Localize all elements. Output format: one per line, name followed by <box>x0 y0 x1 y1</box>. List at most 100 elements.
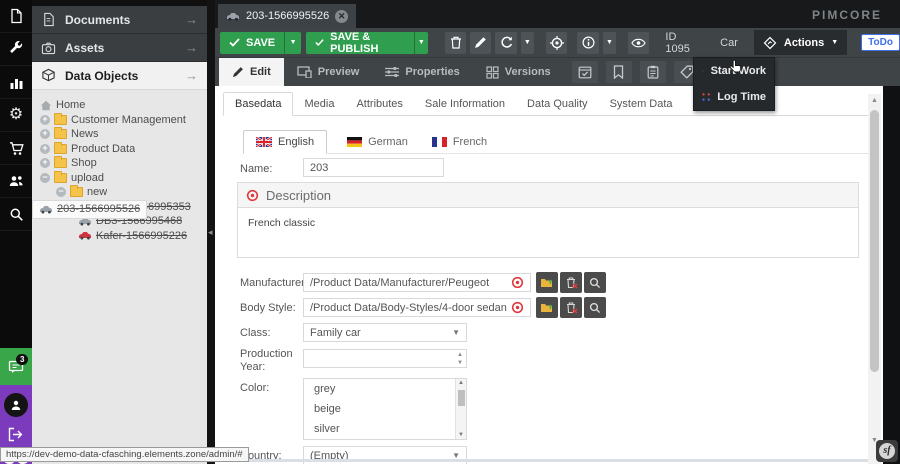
bodystyle-search-button[interactable] <box>584 297 606 318</box>
close-tab-icon[interactable]: ✕ <box>335 10 348 23</box>
gear-icon: ⚙ <box>9 107 23 123</box>
tree-folder[interactable]: + Shop <box>32 156 207 171</box>
accordion-data-objects[interactable]: Data Objects → <box>32 62 207 90</box>
content-scrollbar[interactable]: ▲ ▼ <box>868 94 881 464</box>
reload-button[interactable] <box>495 32 516 54</box>
save-publish-button[interactable]: SAVE & PUBLISH ▼ <box>306 32 428 54</box>
edit-panel: Basedata Media Attributes Sale Informati… <box>215 86 900 464</box>
tree-folder-new[interactable]: − new <box>32 185 207 200</box>
manufacturer-open-button[interactable] <box>536 272 558 293</box>
locate-in-tree-button[interactable] <box>546 32 567 54</box>
info-button[interactable] <box>577 32 598 54</box>
tab-lang-english[interactable]: English <box>243 130 327 154</box>
tab-preview[interactable]: Preview <box>284 58 373 86</box>
tab-versions[interactable]: Versions <box>473 58 564 86</box>
production-year-spinner[interactable]: ▲▼ <box>303 349 467 368</box>
bodystyle-field[interactable]: /Product Data/Body-Styles/4-door sedan <box>303 298 531 317</box>
reload-dropdown-caret[interactable]: ▼ <box>521 32 535 54</box>
accordion-assets[interactable]: Assets → <box>32 34 207 62</box>
panel-splitter[interactable]: ◂ <box>207 0 215 464</box>
rail-settings-button[interactable]: ⚙ <box>0 99 32 132</box>
collapse-icon[interactable]: − <box>40 173 50 183</box>
open-preview-button[interactable] <box>628 32 649 54</box>
name-input[interactable] <box>303 158 444 177</box>
bodystyle-open-button[interactable] <box>536 297 558 318</box>
open-object-tab[interactable]: 203-1566995526 ✕ <box>218 4 356 28</box>
accordion-documents[interactable]: Documents → <box>32 6 207 34</box>
bodystyle-clear-button[interactable] <box>560 297 582 318</box>
scroll-down-icon[interactable]: ▼ <box>458 432 464 438</box>
spinner-arrows-icon[interactable]: ▲▼ <box>457 351 463 367</box>
scroll-up-icon[interactable]: ▲ <box>458 380 464 386</box>
symfony-icon: sf <box>879 443 895 459</box>
folder-open-icon <box>540 277 554 288</box>
save-dropdown-caret[interactable]: ▼ <box>284 32 301 54</box>
expand-icon[interactable]: + <box>40 144 50 154</box>
rail-search-button[interactable] <box>0 198 32 231</box>
collapse-icon[interactable]: − <box>56 187 66 197</box>
tab-header-bar: 203-1566995526 ✕ PIMCORE <box>215 0 900 28</box>
pencil-icon <box>232 66 244 78</box>
rail-ecommerce-button[interactable] <box>0 132 32 165</box>
expand-icon[interactable]: + <box>40 158 50 168</box>
tab-basedata[interactable]: Basedata <box>223 92 293 116</box>
expand-icon[interactable]: + <box>40 115 50 125</box>
description-editor[interactable]: French classic <box>238 208 858 238</box>
delete-button[interactable] <box>445 32 466 54</box>
tree-folder-upload[interactable]: − upload <box>32 171 207 186</box>
color-option[interactable]: beige <box>304 399 466 419</box>
scrollbar-thumb[interactable] <box>458 390 465 406</box>
expand-icon[interactable]: + <box>40 129 50 139</box>
user-avatar[interactable] <box>4 393 28 417</box>
tab-lang-german[interactable]: German <box>343 131 412 153</box>
class-select[interactable]: Family car ▼ <box>303 323 467 342</box>
rename-button[interactable] <box>470 32 491 54</box>
object-tree: Home + Customer Management + News + Prod… <box>32 90 207 464</box>
rail-tools-button[interactable] <box>0 33 32 66</box>
tree-folder[interactable]: + Product Data <box>32 142 207 157</box>
tree-item-object[interactable]: 203-1566995526 <box>32 200 147 219</box>
tab-media[interactable]: Media <box>293 93 345 115</box>
logout-button[interactable] <box>7 427 24 442</box>
rail-messages-button[interactable] <box>0 348 32 385</box>
workflow-status-badge[interactable]: ToDo <box>861 34 900 51</box>
tab-data-quality[interactable]: Data Quality <box>516 93 599 115</box>
target-red-icon <box>246 189 259 202</box>
save-button[interactable]: SAVE ▼ <box>220 32 301 54</box>
notes-events-button[interactable] <box>640 61 666 83</box>
tree-folder[interactable]: + Customer Management <box>32 113 207 128</box>
color-multiselect[interactable]: grey beige silver ▲ ▼ <box>303 378 467 440</box>
profiler-badge[interactable]: sf <box>876 440 898 462</box>
users-icon <box>8 174 24 188</box>
schedule-button[interactable] <box>572 61 598 83</box>
tree-folder[interactable]: + News <box>32 127 207 142</box>
tab-lang-french[interactable]: French <box>428 131 491 153</box>
menu-item-log-time[interactable]: Log Time <box>694 84 774 110</box>
collapse-left-icon[interactable]: ◂ <box>208 227 213 238</box>
tab-attributes[interactable]: Attributes <box>345 93 413 115</box>
listbox-scrollbar[interactable]: ▲ ▼ <box>455 379 466 439</box>
rail-reports-button[interactable] <box>0 66 32 99</box>
manufacturer-field[interactable]: /Product Data/Manufacturer/Peugeot <box>303 273 531 292</box>
production-year-label: Production Year: <box>240 348 294 374</box>
tab-properties[interactable]: Properties <box>372 58 472 86</box>
save-publish-dropdown-caret[interactable]: ▼ <box>414 32 428 54</box>
tab-system-data[interactable]: System Data <box>599 93 684 115</box>
rail-documents-button[interactable] <box>0 0 32 33</box>
tab-sale-information[interactable]: Sale Information <box>414 93 516 115</box>
bookmark-button[interactable] <box>606 61 632 83</box>
rail-customers-button[interactable] <box>0 165 32 198</box>
tree-item-home[interactable]: Home <box>32 98 207 113</box>
actions-button[interactable]: Actions ▼ <box>754 30 847 55</box>
tree-item-object[interactable]: Kafer-1566995226 <box>32 229 207 244</box>
color-option[interactable]: silver <box>304 419 466 439</box>
scroll-up-icon[interactable]: ▲ <box>871 97 878 104</box>
color-option[interactable]: grey <box>304 379 466 399</box>
car-grey-icon <box>39 205 53 214</box>
scrollbar-thumb[interactable] <box>870 110 879 372</box>
menu-item-start-work[interactable]: Start Work <box>694 58 774 84</box>
manufacturer-search-button[interactable] <box>584 272 606 293</box>
info-dropdown-caret[interactable]: ▼ <box>603 32 617 54</box>
manufacturer-clear-button[interactable] <box>560 272 582 293</box>
tab-edit[interactable]: Edit <box>219 58 284 86</box>
